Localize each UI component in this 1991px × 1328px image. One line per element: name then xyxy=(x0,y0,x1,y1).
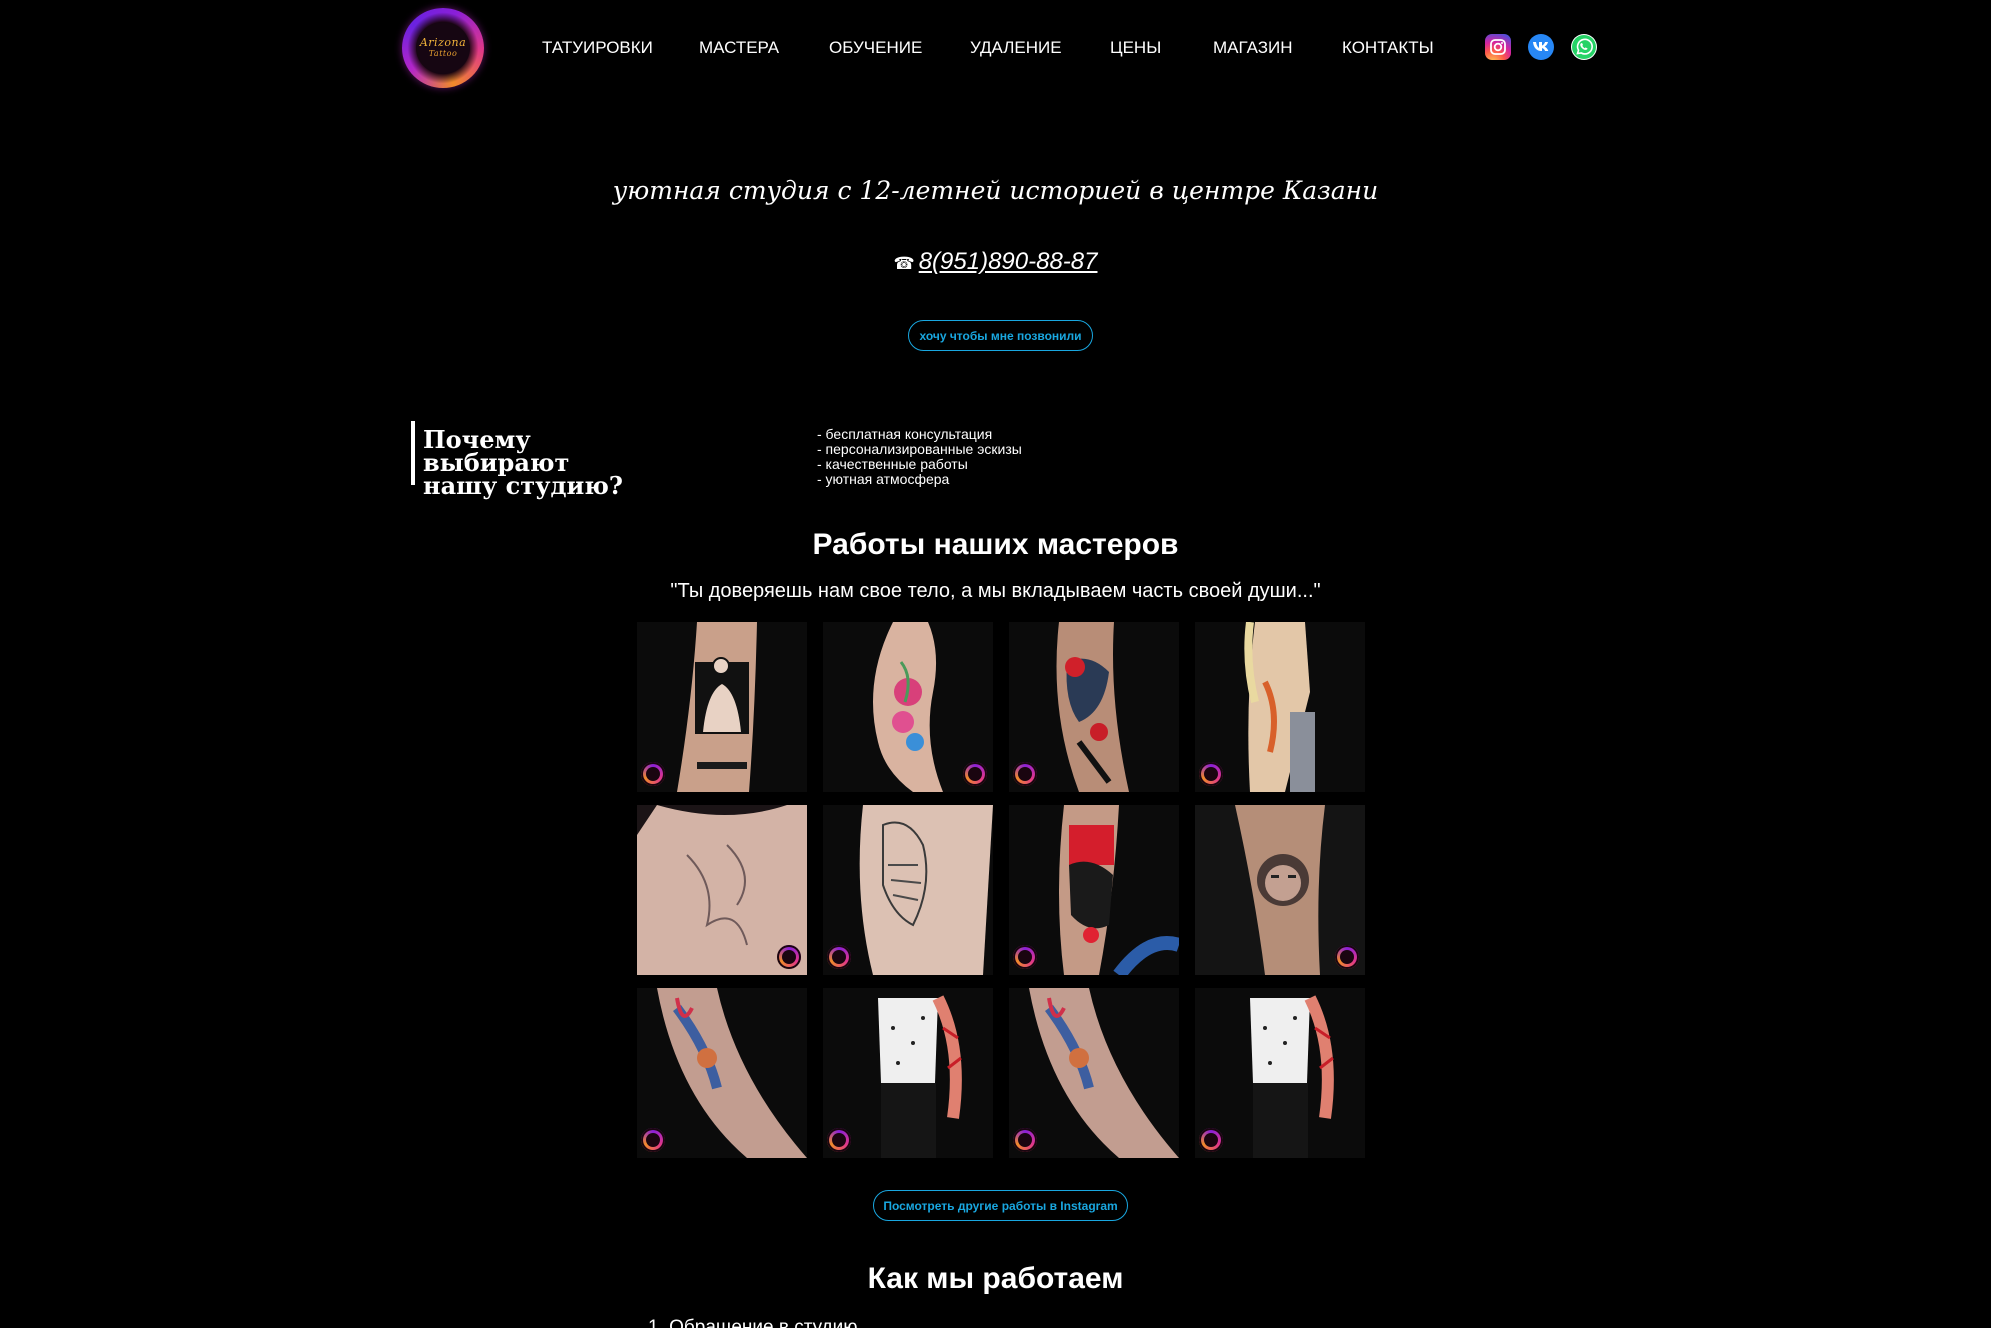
how-step-item: 1. Обращение в студию xyxy=(648,1317,858,1328)
why-title: Почему выбирают нашу студию? xyxy=(423,425,683,500)
watermark-logo xyxy=(963,762,987,786)
gallery-photo[interactable] xyxy=(1195,988,1365,1158)
why-benefits-list: - бесплатная консультация - персонализир… xyxy=(817,427,1022,487)
page: Arizona Tattoo ТАТУИРОВКИ МАСТЕРА ОБУЧЕН… xyxy=(0,0,1991,1328)
gallery-photo[interactable] xyxy=(1009,622,1179,792)
watermark-logo xyxy=(641,1128,665,1152)
vk-icon[interactable] xyxy=(1528,34,1554,60)
why-title-line1: Почему выбирают xyxy=(423,425,570,477)
logo-text-line2: Tattoo xyxy=(428,49,458,58)
gallery-photo[interactable] xyxy=(823,805,993,975)
gallery-photo[interactable] xyxy=(823,622,993,792)
benefit-item: - бесплатная консультация xyxy=(817,426,993,442)
nav-tattoos[interactable]: ТАТУИРОВКИ xyxy=(542,38,653,58)
studio-tagline: уютная студия с 12-летней историей в цен… xyxy=(612,176,1379,205)
watermark-logo xyxy=(1335,945,1359,969)
gallery-photo[interactable] xyxy=(1195,805,1365,975)
watermark-logo xyxy=(827,945,851,969)
gallery-photo[interactable] xyxy=(637,805,807,975)
watermark-logo xyxy=(777,945,801,969)
gallery-photo[interactable] xyxy=(1009,805,1179,975)
callback-button[interactable]: хочу чтобы мне позвонили xyxy=(908,320,1093,351)
gallery-photo[interactable] xyxy=(823,988,993,1158)
gallery-photo[interactable] xyxy=(1009,988,1179,1158)
gallery-photo[interactable] xyxy=(1195,622,1365,792)
why-accent-bar xyxy=(411,421,415,485)
benefit-item: - уютная атмосфера xyxy=(817,471,950,487)
phone-icon: ☎ xyxy=(893,254,915,273)
watermark-logo xyxy=(641,762,665,786)
nav-removal[interactable]: УДАЛЕНИЕ xyxy=(970,38,1062,58)
watermark-logo xyxy=(1013,1128,1037,1152)
phone-row: ☎ 8(951)890-88-87 xyxy=(0,248,1991,276)
watermark-logo xyxy=(1013,762,1037,786)
nav-contacts[interactable]: КОНТАКТЫ xyxy=(1342,38,1434,58)
how-we-work-title: Как мы работаем xyxy=(867,1262,1124,1295)
studio-logo[interactable]: Arizona Tattoo xyxy=(402,8,484,88)
gallery-photo[interactable] xyxy=(637,622,807,792)
instagram-glyph xyxy=(1490,39,1506,55)
instagram-icon[interactable] xyxy=(1485,34,1511,60)
works-quote: "Ты доверяешь нам свое тело, а мы вклады… xyxy=(670,580,1321,602)
nav-prices[interactable]: ЦЕНЫ xyxy=(1110,38,1161,58)
whatsapp-icon[interactable] xyxy=(1571,34,1597,60)
gallery-photo[interactable] xyxy=(637,988,807,1158)
watermark-logo xyxy=(1199,1128,1223,1152)
watermark-logo xyxy=(1199,762,1223,786)
works-title: Работы наших мастеров xyxy=(812,528,1179,561)
watermark-logo xyxy=(827,1128,851,1152)
benefit-item: - персонализированные эскизы xyxy=(817,441,1022,457)
nav-masters[interactable]: МАСТЕРА xyxy=(699,38,779,58)
logo-emblem: Arizona Tattoo xyxy=(416,22,470,74)
nav-training[interactable]: ОБУЧЕНИЕ xyxy=(829,38,922,58)
instagram-more-button[interactable]: Посмотреть другие работы в Instagram xyxy=(873,1190,1128,1221)
why-title-line2: нашу студию? xyxy=(423,471,623,500)
logo-text-line1: Arizona xyxy=(419,36,467,49)
watermark-logo xyxy=(1013,945,1037,969)
benefit-item: - качественные работы xyxy=(817,456,968,472)
whatsapp-glyph xyxy=(1572,35,1596,59)
phone-link[interactable]: 8(951)890-88-87 xyxy=(919,248,1098,275)
vk-glyph xyxy=(1533,42,1549,51)
nav-shop[interactable]: МАГАЗИН xyxy=(1213,38,1292,58)
